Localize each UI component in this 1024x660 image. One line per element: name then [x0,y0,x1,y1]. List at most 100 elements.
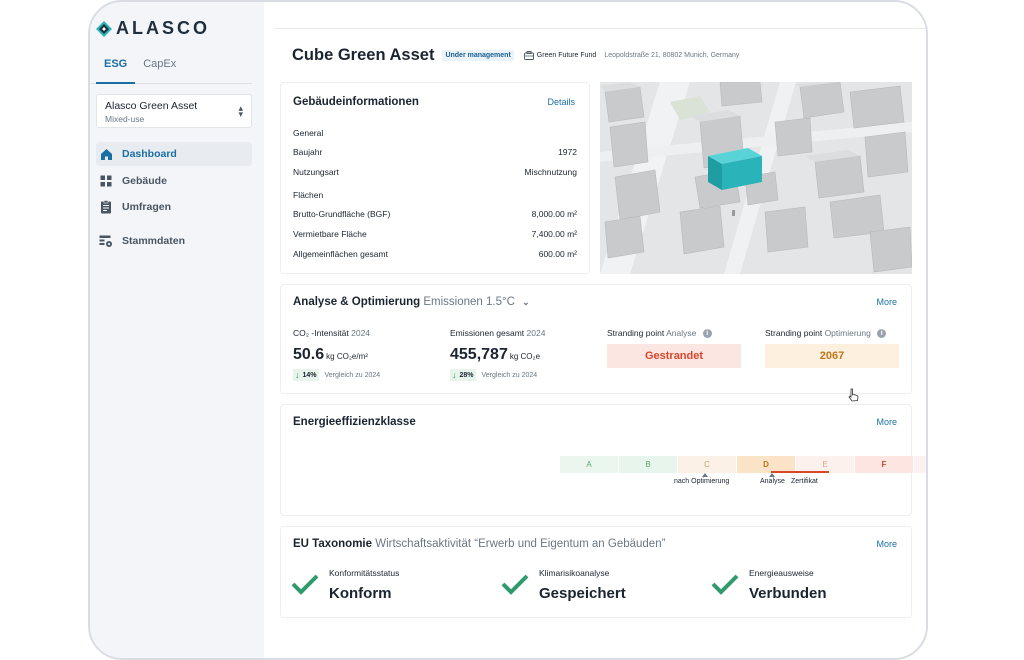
briefcase-icon [523,51,534,60]
divider [274,28,926,29]
info-row: Nutzungsart Mischnutzung [293,167,577,177]
tab-capex[interactable]: CapEx [135,54,184,84]
info-row: Vermietbare Fläche 7,400.00 m² [293,229,577,239]
grid-icon [99,174,113,188]
emissions-label: Emissionen gesamt 2024 [450,328,545,338]
sidebar-item-gebaeude[interactable]: Gebäude [96,169,252,193]
building-info-title: Gebäudeinformationen [293,96,419,108]
details-link[interactable]: Details [547,97,575,107]
energy-class-b: B [619,456,677,473]
class-f-underline [771,471,829,473]
arrow-down-icon: ↓ [295,370,300,380]
info-row-label: Nutzungsart [293,167,339,177]
emissions-delta-badge: ↓ 28% [450,369,476,381]
checkmark-icon [711,574,739,595]
chevron-down-icon[interactable]: ⌄ [522,297,530,307]
eu-taxonomy-card: EU Taxonomie Wirtschaftsaktivität “Erwer… [280,526,912,618]
sidebar-item-label: Dashboard [122,148,177,160]
eu-taxonomy-title: EU Taxonomie Wirtschaftsaktivität “Erwer… [293,538,665,550]
eu-title-main: EU Taxonomie [293,538,373,550]
info-row-value: 8,000.00 m² [531,209,577,219]
app-window: ALASCO ESG CapEx Alasco Green Asset Mixe… [88,0,928,660]
co2-intensity-value: 50.6 kg CO₂e/m² [293,346,368,364]
info-icon[interactable]: i [877,329,887,339]
info-row-label: Brutto-Grundfläche (BGF) [293,209,391,219]
emissions-label-text: Emissionen gesamt [450,328,525,338]
emissions-year: 2024 [526,328,546,338]
stranding-analysis-value: Gestrandet [607,344,741,368]
up-down-chevron-icon: ▴ ▾ [238,103,243,119]
analysis-scenario-select[interactable]: Emissionen 1.5°C [423,296,515,308]
status-badge: Under management [442,50,514,61]
eu-more-link[interactable]: More [876,539,897,549]
energy-more-link[interactable]: More [876,417,897,427]
analysis-title: Analyse & Optimierung Emissionen 1.5°C ⌄ [293,296,530,308]
analysis-more-link[interactable]: More [876,297,897,307]
sidebar-item-dashboard[interactable]: Dashboard [96,142,252,166]
asset-address: Leopoldstraße 21, 80802 Munich, Germany [604,52,740,59]
co2-delta: ↓ 14% Vergleich zu 2024 [293,369,380,381]
info-row-value: 7,400.00 m² [531,229,577,239]
stranding-optimization-value: 2067 [765,344,899,368]
fund-name: Green Future Fund [536,52,597,59]
settings-table-icon [99,234,113,248]
energy-class-a: A [560,456,618,473]
page-title: Cube Green Asset [292,46,435,64]
stranding-sub: Analyse [666,328,697,338]
sidebar-tabs: ESG CapEx [90,54,252,84]
energy-class-g: G [914,456,926,473]
arrow-down-icon: ↓ [452,370,457,380]
tab-esg[interactable]: ESG [96,54,136,84]
building-3d-map[interactable] [600,82,912,274]
co2-year: 2024 [351,328,371,338]
sidebar-item-umfragen[interactable]: Umfragen [96,195,252,219]
fund-link[interactable]: Green Future Fund [523,51,597,60]
info-row-value: 1972 [558,147,577,157]
co2-delta-badge: ↓ 14% [293,369,319,381]
emissions-value: 455,787 kg CO₂e [450,346,540,364]
city-model-image [600,82,912,274]
stranding-optimization-label: Stranding point Optimierung i [765,328,887,339]
checkmark-icon [291,574,319,595]
info-row: Baujahr 1972 [293,147,577,157]
energy-class-c: C [678,456,736,473]
asset-header: Cube Green Asset Under management Green … [292,46,739,65]
caption-optimization: nach Optimierung [674,478,730,485]
building-info-card: Gebäudeinformationen Details General Bau… [280,82,590,274]
emissions-delta: ↓ 28% Vergleich zu 2024 [450,369,537,381]
home-icon [99,147,113,161]
caption-analysis: Analyse [760,478,785,485]
stranding-sub: Optimierung [824,328,871,338]
info-row: Allgemeinflächen gesamt 600.00 m² [293,249,577,259]
hand-cursor-icon [848,388,859,402]
emissions-number: 455,787 [450,346,508,363]
sidebar: ALASCO ESG CapEx Alasco Green Asset Mixe… [90,2,264,658]
eu-item-value: Verbunden [749,585,827,602]
asset-selector[interactable]: Alasco Green Asset Mixed-use ▴ ▾ [96,94,252,128]
co2-intensity-label: CO₂ -Intensität 2024 [293,328,370,338]
caption-certificate: Zertifikat [791,478,818,485]
emissions-unit: kg CO₂e [509,352,541,361]
info-row: Brutto-Grundfläche (BGF) 8,000.00 m² [293,209,577,219]
class-f-marker [769,473,775,477]
info-row-label: Vermietbare Fläche [293,229,367,239]
asset-selector-name: Alasco Green Asset [105,100,198,112]
class-d-marker [702,473,708,477]
clipboard-icon [99,200,113,214]
eu-item-label: Energieausweise [749,568,814,578]
eu-item-value: Gespeichert [539,585,626,602]
logo[interactable]: ALASCO [96,18,210,39]
sidebar-item-stammdaten[interactable]: Stammdaten [96,229,252,253]
co2-delta-value: 14% [302,371,317,379]
info-icon[interactable]: i [702,329,712,339]
sidebar-item-label: Stammdaten [122,235,186,247]
general-heading: General [293,128,324,138]
eu-item-label: Klimarisikoanalyse [539,568,610,578]
analysis-title-main: Analyse & Optimierung [293,296,421,308]
checkmark-icon [501,574,529,595]
energy-title: Energieeffizienzklasse [293,416,416,428]
emissions-compare: Vergleich zu 2024 [481,371,538,379]
areas-heading: Flächen [293,190,324,200]
alasco-logo-icon [96,20,112,37]
stranding-analysis-label: Stranding point Analyse i [607,328,712,339]
